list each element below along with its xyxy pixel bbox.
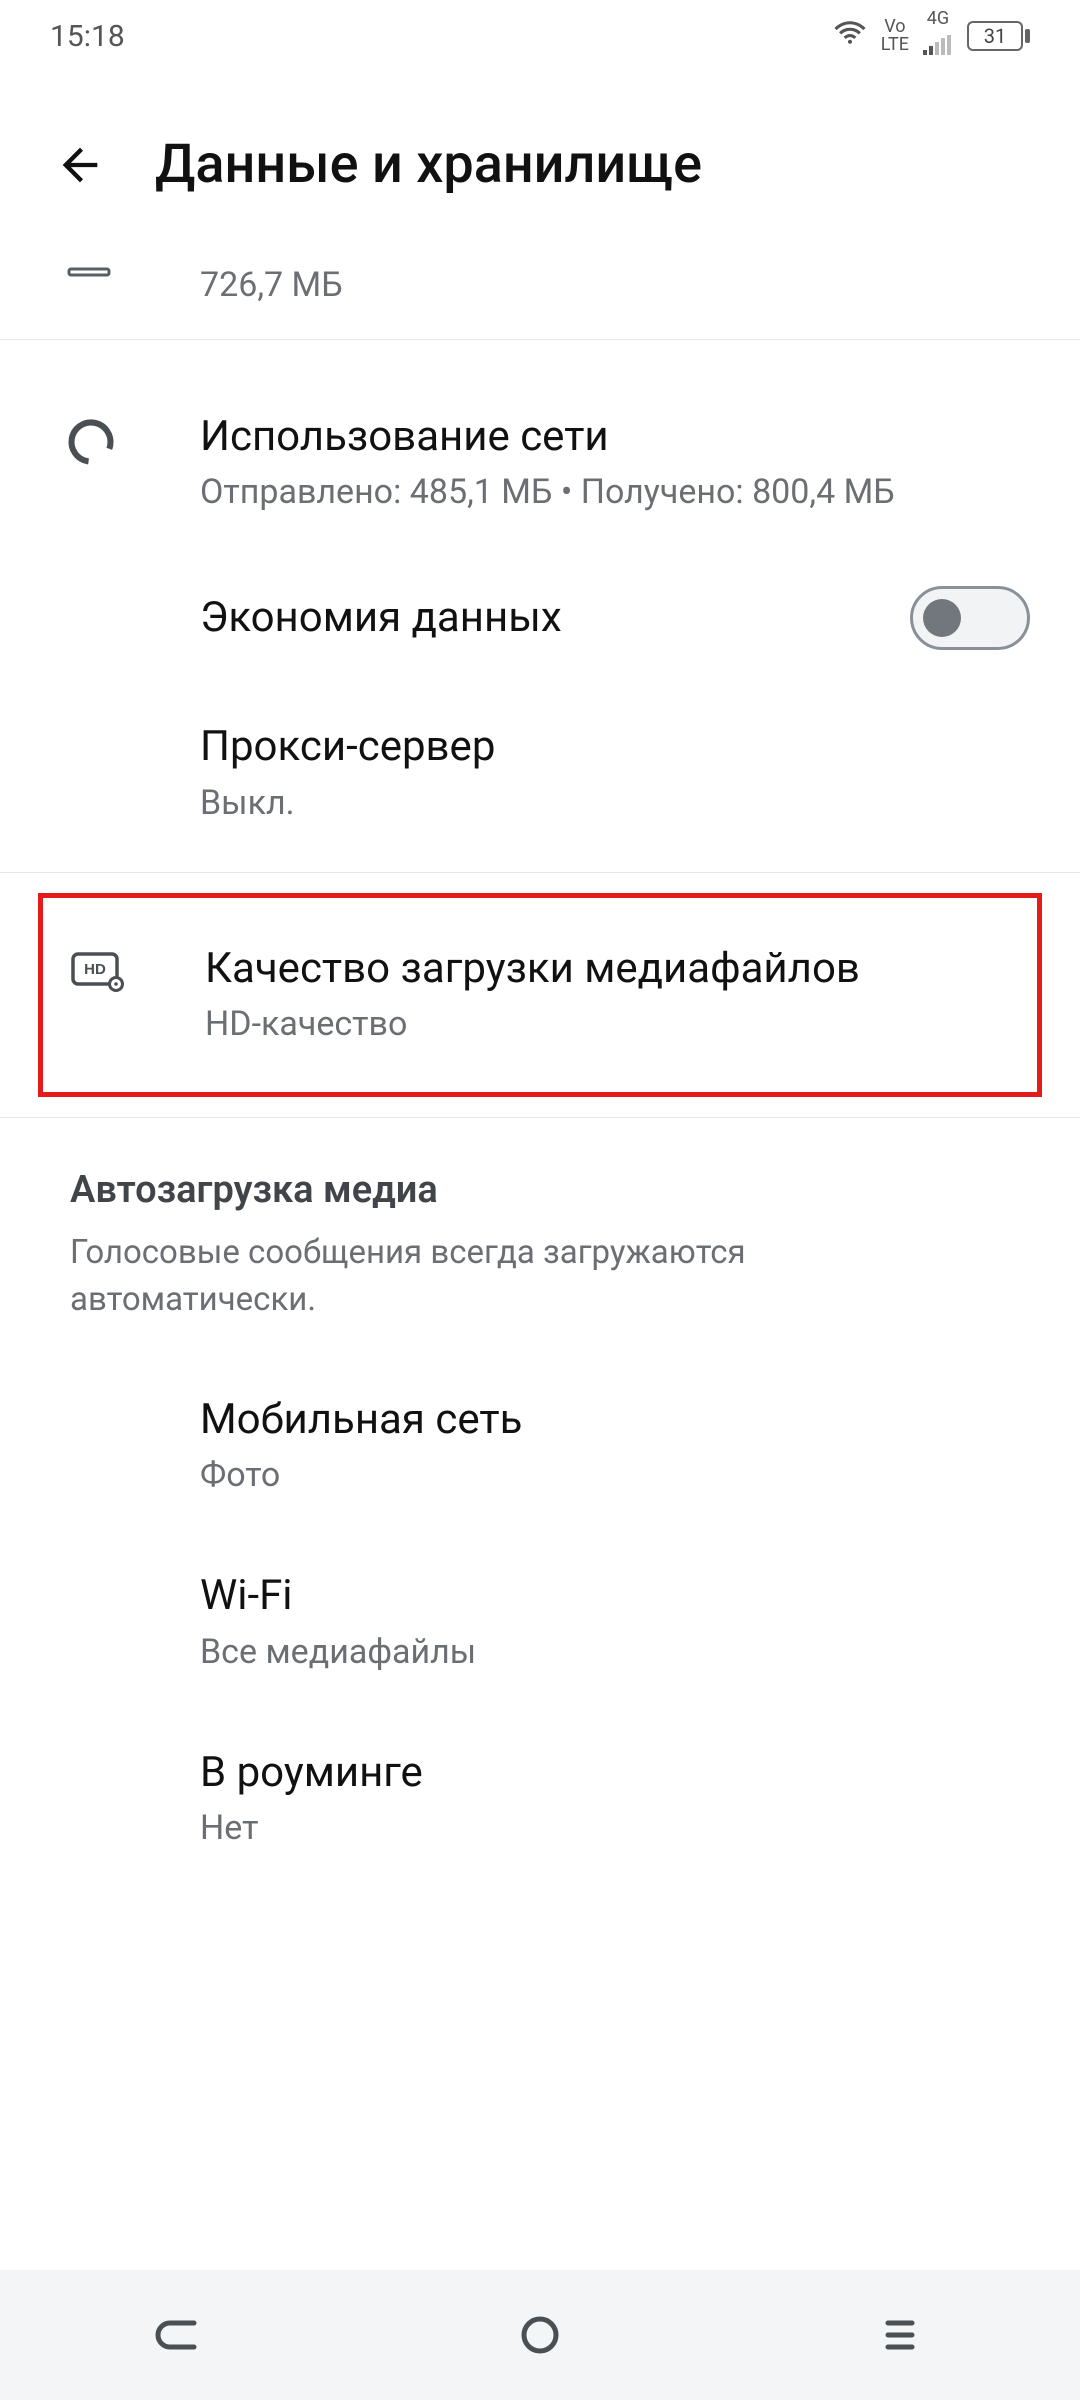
network-usage-icon bbox=[65, 416, 117, 472]
network-usage-title: Использование сети bbox=[200, 410, 1030, 465]
storage-size: 726,7 МБ bbox=[200, 263, 1030, 309]
autodownload-wifi-row[interactable]: Wi-Fi Все медиафайлы bbox=[0, 1534, 1080, 1710]
page-title: Данные и хранилище bbox=[155, 133, 702, 196]
autodownload-roaming-row[interactable]: В роуминге Нет bbox=[0, 1711, 1080, 1887]
signal-icon bbox=[923, 28, 953, 63]
autodownload-section-header: Автозагрузка медиа Голосовые сообщения в… bbox=[0, 1118, 1080, 1357]
svg-text:HD: HD bbox=[84, 961, 106, 978]
autodownload-roaming-sub: Нет bbox=[200, 1806, 1030, 1852]
app-header: Данные и хранилище bbox=[0, 72, 1080, 257]
media-quality-sub: HD-качество bbox=[205, 1002, 987, 1048]
status-time: 15:18 bbox=[50, 19, 125, 54]
data-saver-title: Экономия данных bbox=[200, 591, 910, 646]
proxy-sub: Выкл. bbox=[200, 781, 1030, 827]
autodownload-section-title: Автозагрузка медиа bbox=[70, 1168, 1030, 1212]
back-button[interactable] bbox=[40, 125, 120, 205]
autodownload-roaming-title: В роуминге bbox=[200, 1746, 1030, 1801]
wifi-icon bbox=[833, 18, 867, 54]
hd-icon: HD bbox=[70, 948, 126, 996]
media-quality-highlight: HD Качество загрузки медиафайлов HD-каче… bbox=[38, 893, 1042, 1097]
network-4g-label: 4G bbox=[927, 10, 949, 28]
network-usage-sub: Отправлено: 485,1 МБ • Получено: 800,4 М… bbox=[200, 470, 1030, 516]
network-usage-row[interactable]: Использование сети Отправлено: 485,1 МБ … bbox=[0, 375, 1080, 551]
proxy-title: Прокси-сервер bbox=[200, 720, 1030, 775]
nav-recent-button[interactable] bbox=[840, 2305, 960, 2365]
media-quality-title: Качество загрузки медиафайлов bbox=[205, 942, 987, 997]
system-nav-bar bbox=[0, 2270, 1080, 2400]
proxy-row[interactable]: Прокси-сервер Выкл. bbox=[0, 685, 1080, 861]
autodownload-wifi-sub: Все медиафайлы bbox=[200, 1630, 1030, 1676]
status-bar: 15:18 Vo LTE 4G 31 bbox=[0, 0, 1080, 72]
autodownload-mobile-row[interactable]: Мобильная сеть Фото bbox=[0, 1358, 1080, 1534]
autodownload-section-desc: Голосовые сообщения всегда загружаются а… bbox=[70, 1230, 1030, 1347]
autodownload-wifi-title: Wi-Fi bbox=[200, 1569, 1030, 1624]
media-quality-row[interactable]: HD Качество загрузки медиафайлов HD-каче… bbox=[43, 898, 1037, 1092]
nav-home-button[interactable] bbox=[480, 2305, 600, 2365]
battery-percent: 31 bbox=[984, 24, 1006, 48]
data-saver-row[interactable]: Экономия данных bbox=[0, 551, 1080, 685]
battery-indicator: 31 bbox=[967, 21, 1030, 51]
nav-back-button[interactable] bbox=[120, 2305, 240, 2365]
volte-indicator: Vo LTE bbox=[881, 18, 909, 54]
autodownload-mobile-sub: Фото bbox=[200, 1453, 1030, 1499]
data-saver-toggle[interactable] bbox=[910, 586, 1030, 650]
storage-icon bbox=[65, 261, 113, 285]
autodownload-mobile-title: Мобильная сеть bbox=[200, 1393, 1030, 1448]
storage-row-partial[interactable]: 726,7 МБ bbox=[0, 257, 1080, 339]
